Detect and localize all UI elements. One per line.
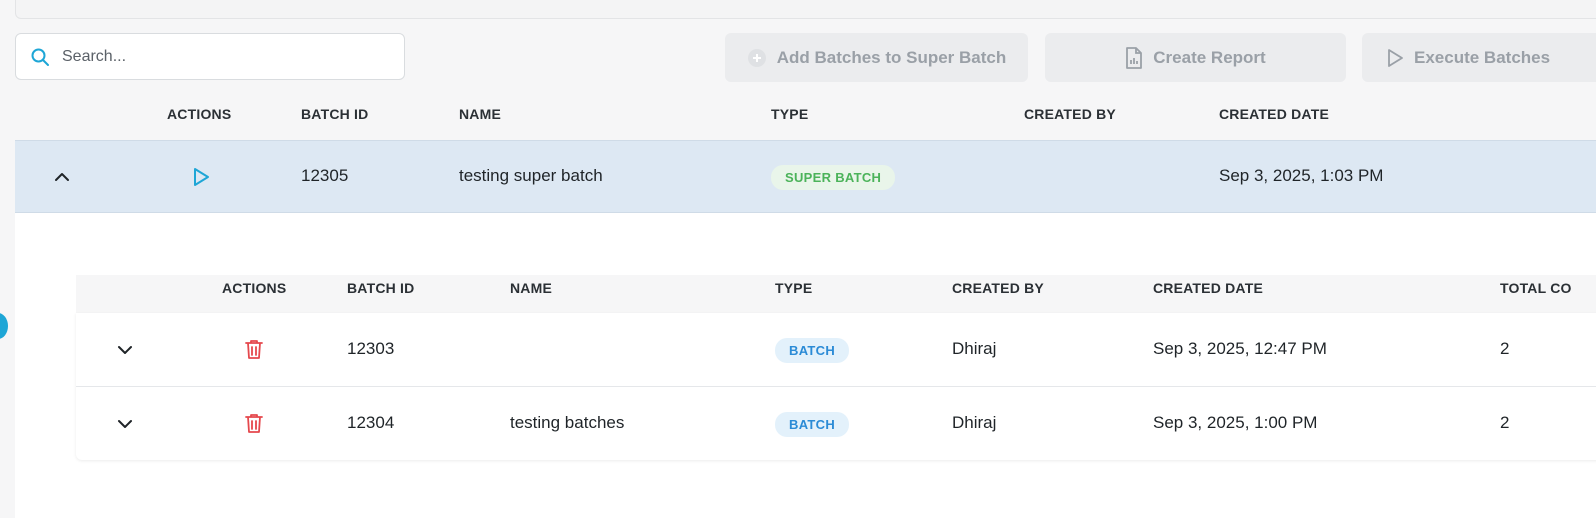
- report-file-icon: [1126, 46, 1143, 69]
- add-batches-to-super-batch-button[interactable]: Add Batches to Super Batch: [725, 33, 1028, 82]
- plus-circle-icon: [747, 48, 766, 67]
- chevron-down-icon[interactable]: [113, 338, 137, 362]
- top-panel: [15, 0, 1596, 19]
- chevron-down-icon[interactable]: [113, 412, 137, 436]
- super-batch-type-badge: SUPER BATCH: [771, 165, 896, 190]
- add-batches-label: Add Batches to Super Batch: [776, 47, 1007, 67]
- execute-batches-label: Execute Batches: [1414, 47, 1551, 67]
- header-created-by[interactable]: CREATED BY: [1024, 106, 1116, 122]
- sub-row-2-created-date: Sep 3, 2025, 1:00 PM: [1153, 413, 1318, 432]
- sub-row-1-total: 2: [1500, 339, 1510, 358]
- sub-row-2-name: testing batches: [510, 413, 625, 432]
- execute-batches-button[interactable]: Execute Batches: [1362, 33, 1596, 82]
- sub-row-1-type-badge: BATCH: [775, 338, 850, 363]
- super-batch-created-date: Sep 3, 2025, 1:03 PM: [1219, 166, 1384, 185]
- sub-table-header: [76, 275, 1596, 313]
- create-report-label: Create Report: [1153, 47, 1266, 67]
- sub-row-1-created-date: Sep 3, 2025, 12:47 PM: [1153, 339, 1327, 358]
- sub-header-name[interactable]: NAME: [510, 280, 552, 296]
- create-report-button[interactable]: Create Report: [1045, 33, 1346, 82]
- sub-header-batch-id[interactable]: BATCH ID: [347, 280, 414, 296]
- row-divider: [76, 386, 1596, 387]
- header-type[interactable]: TYPE: [771, 106, 808, 122]
- sub-row-2-batch-id: 12304: [347, 413, 395, 432]
- super-batch-name: testing super batch: [459, 166, 603, 185]
- sub-header-created-date[interactable]: CREATED DATE: [1153, 280, 1263, 296]
- search-input[interactable]: [60, 46, 364, 67]
- super-batch-id: 12305: [301, 166, 349, 185]
- sub-header-total[interactable]: TOTAL CO: [1500, 280, 1572, 296]
- search-box[interactable]: [15, 33, 405, 80]
- chevron-up-icon[interactable]: [50, 165, 74, 189]
- sub-row-2-total: 2: [1500, 413, 1510, 432]
- sub-header-created-by[interactable]: CREATED BY: [952, 280, 1044, 296]
- sub-row-2-created-by: Dhiraj: [952, 413, 997, 432]
- sub-row-1-created-by: Dhiraj: [952, 339, 997, 358]
- sub-header-actions: ACTIONS: [222, 280, 287, 296]
- sub-header-type[interactable]: TYPE: [775, 280, 812, 296]
- trash-icon[interactable]: [242, 411, 266, 435]
- sub-row-2-type-badge: BATCH: [775, 412, 850, 437]
- side-handle[interactable]: [0, 313, 8, 339]
- header-created-date[interactable]: CREATED DATE: [1219, 106, 1329, 122]
- header-name[interactable]: NAME: [459, 106, 501, 122]
- trash-icon[interactable]: [242, 337, 266, 361]
- play-icon[interactable]: [188, 164, 214, 190]
- search-icon: [31, 48, 49, 66]
- header-batch-id[interactable]: BATCH ID: [301, 106, 368, 122]
- header-actions: ACTIONS: [167, 106, 232, 122]
- play-icon: [1388, 48, 1403, 67]
- sub-row-1-batch-id: 12303: [347, 339, 395, 358]
